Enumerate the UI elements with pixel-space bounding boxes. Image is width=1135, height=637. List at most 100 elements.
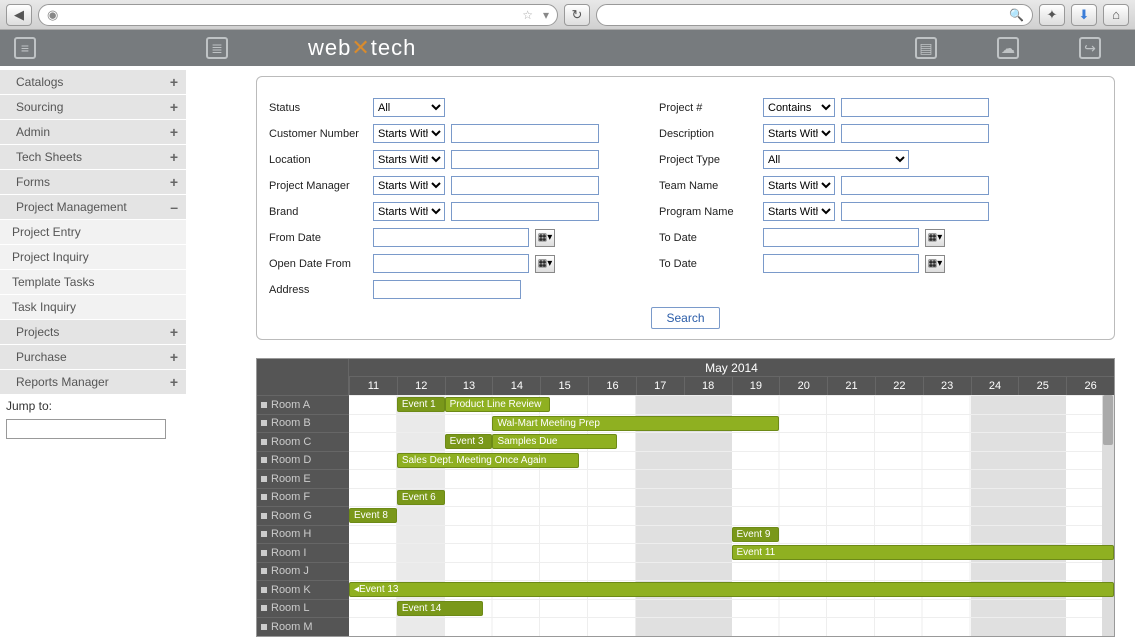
gantt-room-room-k[interactable]: Room K [257,580,349,599]
filter-text-left-7[interactable] [373,280,521,299]
gantt-room-room-g[interactable]: Room G [257,506,349,525]
expand-square-icon[interactable] [261,513,267,519]
filter-date-right-6[interactable] [763,254,919,273]
calendar-icon[interactable]: ▦▾ [925,229,945,247]
sidebar-item-project-inquiry[interactable]: Project Inquiry [0,245,186,270]
gantt-event[interactable]: Event 3 [445,434,493,449]
expand-icon[interactable]: + [170,77,178,87]
calendar-icon[interactable]: ▦▾ [535,229,555,247]
calendar-icon[interactable]: ▦▾ [535,255,555,273]
sidebar-item-reports-manager[interactable]: Reports Manager+ [0,370,186,395]
gantt-event[interactable]: ◂Event 13 [349,582,1114,597]
expand-square-icon[interactable] [261,476,267,482]
filter-select-right-2[interactable]: All [763,150,909,169]
filter-date-right-5[interactable] [763,228,919,247]
gantt-event[interactable]: Product Line Review [445,397,550,412]
gantt-scrollbar[interactable] [1102,395,1114,636]
reload-button[interactable]: ↻ [564,4,590,26]
filter-input-left-4[interactable] [451,202,599,221]
filter-input-left-1[interactable] [451,124,599,143]
header-chat-icon[interactable]: ☁ [997,37,1019,59]
expand-icon[interactable]: + [170,127,178,137]
expand-square-icon[interactable] [261,624,267,630]
expand-icon[interactable]: + [170,352,178,362]
filter-op-left-3[interactable]: Starts With [373,176,445,195]
filter-op-left-1[interactable]: Starts With [373,124,445,143]
expand-square-icon[interactable] [261,550,267,556]
gantt-room-room-c[interactable]: Room C [257,432,349,451]
gantt-room-room-m[interactable]: Room M [257,617,349,636]
expand-icon[interactable]: + [170,152,178,162]
expand-square-icon[interactable] [261,420,267,426]
gantt-room-room-i[interactable]: Room I [257,543,349,562]
jump-to-input[interactable] [6,419,166,439]
home-button[interactable]: ⌂ [1103,4,1129,26]
expand-square-icon[interactable] [261,568,267,574]
gantt-room-room-j[interactable]: Room J [257,562,349,581]
search-button[interactable]: Search [651,307,719,329]
sidebar-item-template-tasks[interactable]: Template Tasks [0,270,186,295]
gantt-event[interactable]: Event 1 [397,397,445,412]
gantt-room-room-d[interactable]: Room D [257,451,349,470]
back-button[interactable]: ◀ [6,4,32,26]
filter-op-right-4[interactable]: Starts With [763,202,835,221]
sidebar-item-project-entry[interactable]: Project Entry [0,220,186,245]
bookmark-button[interactable]: ✦ [1039,4,1065,26]
gantt-event[interactable]: Event 9 [732,527,780,542]
expand-square-icon[interactable] [261,531,267,537]
gantt-event[interactable]: Event 14 [397,601,483,616]
gantt-room-room-f[interactable]: Room F [257,488,349,507]
sidebar-item-sourcing[interactable]: Sourcing+ [0,95,186,120]
sidebar-item-catalogs[interactable]: Catalogs+ [0,70,186,95]
filter-op-right-0[interactable]: Contains [763,98,835,117]
filter-op-right-1[interactable]: Starts With [763,124,835,143]
filter-date-left-6[interactable] [373,254,529,273]
dropdown-icon[interactable]: ▾ [543,8,549,22]
expand-icon[interactable]: + [170,102,178,112]
gantt-event[interactable]: Samples Due [492,434,616,449]
header-exit-icon[interactable]: ↪ [1079,37,1101,59]
sidebar-item-projects[interactable]: Projects+ [0,320,186,345]
filter-input-right-3[interactable] [841,176,989,195]
filter-input-right-4[interactable] [841,202,989,221]
expand-icon[interactable]: + [170,327,178,337]
gantt-room-room-h[interactable]: Room H [257,525,349,544]
gantt-room-room-l[interactable]: Room L [257,599,349,618]
browser-search[interactable]: 🔍 [596,4,1033,26]
sidebar-item-forms[interactable]: Forms+ [0,170,186,195]
gantt-room-room-a[interactable]: Room A [257,395,349,414]
filter-op-left-2[interactable]: Starts With [373,150,445,169]
expand-square-icon[interactable] [261,402,267,408]
filter-select-left-0[interactable]: All [373,98,445,117]
filter-input-left-2[interactable] [451,150,599,169]
expand-square-icon[interactable] [261,457,267,463]
gantt-event[interactable]: Wal-Mart Meeting Prep [492,416,779,431]
filter-input-left-3[interactable] [451,176,599,195]
expand-square-icon[interactable] [261,439,267,445]
expand-square-icon[interactable] [261,605,267,611]
download-button[interactable]: ⬇ [1071,4,1097,26]
star-icon[interactable]: ☆ [522,8,533,22]
sidebar-item-purchase[interactable]: Purchase+ [0,345,186,370]
gantt-event[interactable]: Event 6 [397,490,445,505]
header-list-icon[interactable]: ≣ [206,37,228,59]
filter-op-left-4[interactable]: Starts With [373,202,445,221]
address-bar[interactable]: ◉ ☆ ▾ [38,4,558,26]
expand-icon[interactable]: – [170,202,178,212]
gantt-event[interactable]: Sales Dept. Meeting Once Again [397,453,579,468]
gantt-event[interactable]: Event 11 [732,545,1115,560]
header-menu-icon[interactable]: ≡ [14,37,36,59]
expand-square-icon[interactable] [261,587,267,593]
expand-icon[interactable]: + [170,377,178,387]
filter-input-right-0[interactable] [841,98,989,117]
expand-square-icon[interactable] [261,494,267,500]
filter-date-left-5[interactable] [373,228,529,247]
filter-input-right-1[interactable] [841,124,989,143]
sidebar-item-task-inquiry[interactable]: Task Inquiry [0,295,186,320]
expand-icon[interactable]: + [170,177,178,187]
sidebar-item-project-management[interactable]: Project Management– [0,195,186,220]
calendar-icon[interactable]: ▦▾ [925,255,945,273]
sidebar-item-admin[interactable]: Admin+ [0,120,186,145]
gantt-room-room-b[interactable]: Room B [257,414,349,433]
gantt-event[interactable]: Event 8 [349,508,397,523]
